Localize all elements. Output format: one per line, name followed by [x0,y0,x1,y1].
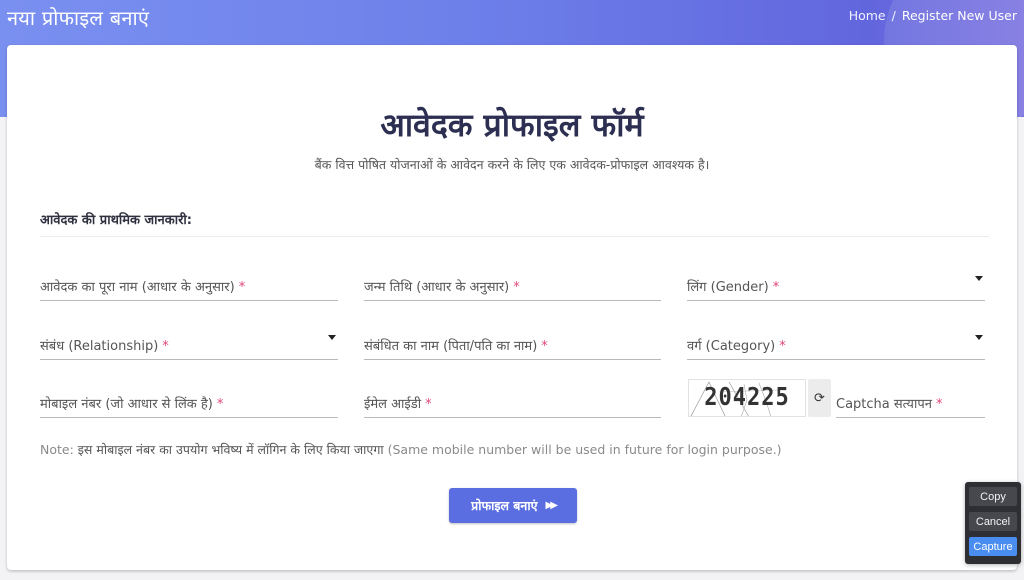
dob-label: जन्म तिथि (आधार के अनुसार) * [364,280,520,295]
profile-form-card: आवेदक प्रोफाइल फॉर्म बैंक वित्त पोषित यो… [7,45,1017,570]
capture-button[interactable]: Capture [969,537,1017,556]
breadcrumb-home-link[interactable]: Home [849,8,886,23]
captcha-refresh-button[interactable]: ⟳ [808,379,831,417]
mobile-label: मोबाइल नंबर (जो आधार से लिंक है) * [40,397,224,412]
email-label: ईमेल आईडी * [364,397,432,412]
section-heading-primary-info: आवेदक की प्राथमिक जानकारी: [40,213,192,228]
create-profile-button[interactable]: प्रोफाइल बनाएं ▶▶ [449,488,577,523]
breadcrumb-separator: / [891,8,896,23]
breadcrumb: Home / Register New User [849,8,1017,23]
screen-capture-toolbar: Copy Cancel Capture [965,482,1021,564]
email-input[interactable]: ईमेल आईडी * [364,388,661,418]
required-mark: * [513,280,520,295]
category-label: वर्ग (Category) * [687,339,786,354]
captcha-image: 204225 [688,379,806,417]
login-note: Note: इस मोबाइल नंबर का उपयोग भविष्य में… [40,442,782,457]
category-select[interactable]: वर्ग (Category) * [687,330,985,360]
relative-name-input[interactable]: संबंधित का नाम (पिता/पति का नाम) * [364,330,661,360]
breadcrumb-current: Register New User [901,8,1017,23]
copy-button[interactable]: Copy [969,487,1017,506]
required-mark: * [216,397,224,412]
required-mark: * [162,339,169,354]
relationship-select[interactable]: संबंध (Relationship) * [40,330,338,360]
chevron-down-icon [975,276,983,281]
required-mark: * [425,397,432,412]
full-name-label: आवेदक का पूरा नाम (आधार के अनुसार) * [40,280,246,295]
relationship-label: संबंध (Relationship) * [40,339,169,354]
captcha-input[interactable]: Captcha सत्यापन * [836,388,985,418]
required-mark: * [238,280,246,295]
form-title: आवेदक प्रोफाइल फॉर्म [380,106,644,144]
required-mark: * [541,339,548,354]
gender-select[interactable]: लिंग (Gender) * [687,271,985,301]
gender-label: लिंग (Gender) * [687,280,780,295]
section-divider [40,236,989,237]
full-name-input[interactable]: आवेदक का पूरा नाम (आधार के अनुसार) * [40,271,338,301]
double-chevron-right-icon: ▶▶ [545,500,559,511]
required-mark: * [935,397,943,412]
cancel-button[interactable]: Cancel [969,512,1017,531]
form-subtitle: बैंक वित्त पोषित योजनाओं के आवेदन करने क… [314,157,710,172]
chevron-down-icon [975,335,983,340]
required-mark: * [772,280,780,295]
required-mark: * [779,339,786,354]
chevron-down-icon [328,335,336,340]
captcha-code: 204225 [704,383,790,412]
dob-input[interactable]: जन्म तिथि (आधार के अनुसार) * [364,271,661,301]
mobile-input[interactable]: मोबाइल नंबर (जो आधार से लिंक है) * [40,388,338,418]
relative-name-label: संबंधित का नाम (पिता/पति का नाम) * [364,339,548,354]
refresh-icon: ⟳ [814,390,825,406]
captcha-label: Captcha सत्यापन * [836,397,943,412]
create-profile-label: प्रोफाइल बनाएं [471,498,538,513]
page-title: नया प्रोफाइल बनाएं [7,6,150,30]
